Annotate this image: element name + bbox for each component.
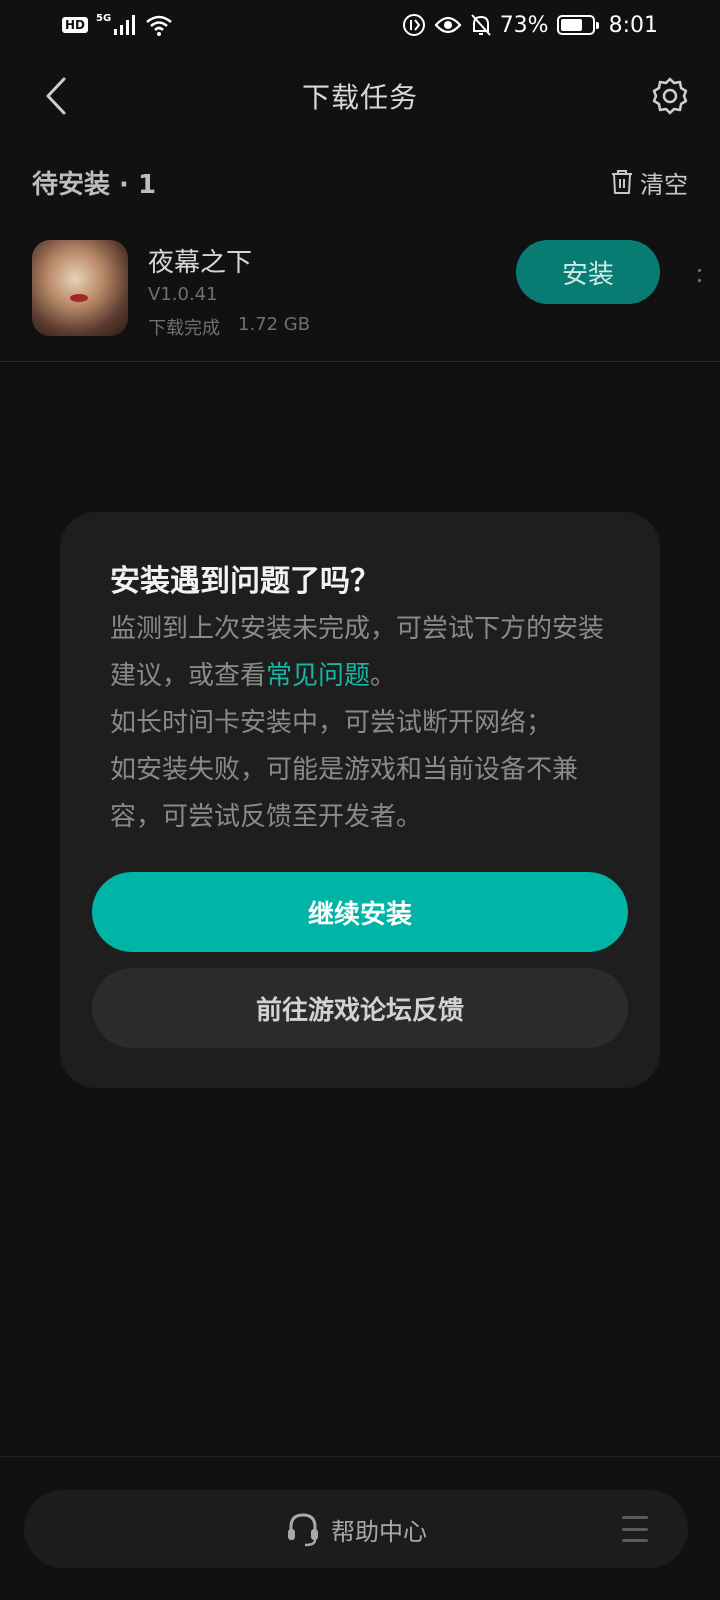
more-dot <box>697 278 701 282</box>
dialog-title: 安装遇到问题了吗？ <box>110 564 380 599</box>
help-center-button[interactable]: 帮助中心 <box>24 1490 688 1568</box>
battery-icon <box>556 15 599 35</box>
continue-install-button[interactable]: 继续安装 <box>92 872 628 952</box>
trash-icon <box>612 170 632 194</box>
dialog-body: 监测到上次安装未完成，可尝试下方的安装建议，或查看常见问题。 如长时间卡安装中，… <box>110 606 620 841</box>
bottom-divider <box>0 1456 720 1457</box>
clear-label: 清空 <box>640 170 688 199</box>
dialog-text-line2: 如长时间卡安装中，可尝试断开网络； <box>110 708 553 738</box>
settings-button[interactable] <box>648 74 692 118</box>
mute-bell-icon <box>470 14 491 36</box>
menu-line <box>622 1527 648 1531</box>
forum-feedback-button[interactable]: 前往游戏论坛反馈 <box>92 968 628 1048</box>
back-button[interactable] <box>36 76 76 116</box>
app-version: V1.0.41 <box>148 284 218 305</box>
screen: HD 5G 73% 8:01 下载任务 待安装 · 1 清空 夜幕之下 V1.0… <box>0 0 720 1600</box>
install-button[interactable]: 安装 <box>516 240 660 304</box>
section-header: 待安装 · 1 清空 <box>32 160 688 204</box>
help-bar: 帮助中心 <box>24 1490 688 1568</box>
install-problem-dialog: 安装遇到问题了吗？ 监测到上次安装未完成，可尝试下方的安装建议，或查看常见问题。… <box>60 512 660 1088</box>
more-options-button[interactable] <box>692 260 706 290</box>
wifi-icon <box>146 15 172 36</box>
eye-icon <box>434 16 462 34</box>
download-status: 下载完成 1.72 GB <box>148 314 310 340</box>
dialog-text-part2: 。 <box>370 661 397 691</box>
dialog-text-line3: 如安装失败，可能是游戏和当前设备不兼容，可尝试反馈至开发者。 <box>110 755 579 832</box>
network-type: 5G <box>96 12 112 24</box>
clear-button[interactable]: 清空 <box>610 165 688 200</box>
task-item[interactable]: 夜幕之下 V1.0.41 下载完成 1.72 GB 安装 <box>0 232 720 362</box>
gear-icon <box>652 77 688 115</box>
headset-icon <box>288 1513 318 1547</box>
pending-install-title: 待安装 · 1 <box>32 169 157 200</box>
menu-line <box>622 1539 648 1542</box>
status-right: 73% 8:01 <box>402 13 658 38</box>
battery-percent: 73% <box>499 12 549 38</box>
hd-badge: HD <box>62 17 89 33</box>
help-center-label: 帮助中心 <box>331 1517 427 1546</box>
more-dot <box>697 268 701 272</box>
app-name: 夜幕之下 <box>148 248 253 278</box>
battery-level <box>560 19 583 31</box>
status-left: HD 5G <box>62 12 173 36</box>
signal-icon <box>114 15 136 35</box>
menu-button[interactable] <box>622 1516 648 1542</box>
clock: 8:01 <box>608 12 658 38</box>
app-icon <box>32 240 128 336</box>
data-saver-icon <box>402 14 425 36</box>
faq-link[interactable]: 常见问题 <box>266 661 370 691</box>
menu-line <box>622 1516 648 1519</box>
status-text: 下载完成 <box>148 318 220 339</box>
page-title: 下载任务 <box>301 81 418 114</box>
file-size: 1.72 GB <box>238 314 311 335</box>
status-bar: HD 5G 73% 8:01 <box>0 0 720 50</box>
chevron-left-icon <box>46 77 66 115</box>
title-bar: 下载任务 <box>0 56 720 136</box>
